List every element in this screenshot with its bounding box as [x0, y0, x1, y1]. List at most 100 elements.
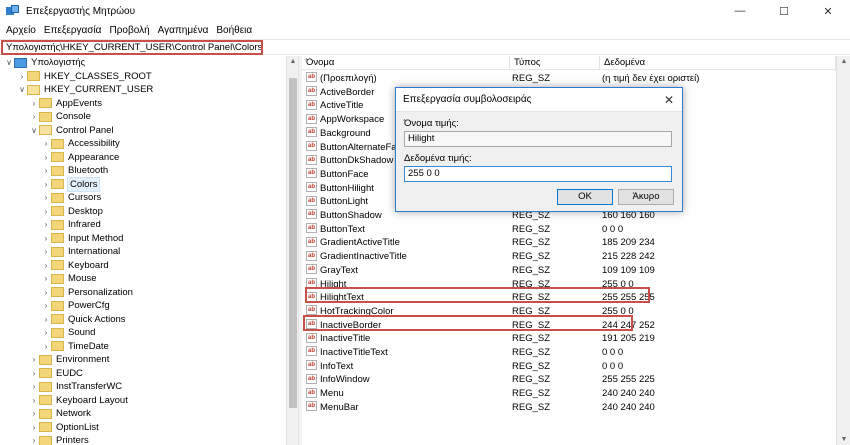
tree-item[interactable]: › Desktop: [41, 205, 103, 219]
menu-favorites[interactable]: Αγαπημένα: [154, 25, 213, 36]
tree-item[interactable]: › EUDC: [29, 367, 83, 381]
chevron-right-icon[interactable]: ›: [41, 164, 51, 178]
tree-item[interactable]: › Printers: [29, 434, 89, 445]
cancel-button[interactable]: Άκυρο: [618, 189, 674, 205]
chevron-right-icon[interactable]: ›: [41, 137, 51, 151]
address-input[interactable]: Υπολογιστής\HKEY_CURRENT_USER\Control Pa…: [1, 40, 263, 55]
values-scrollbar[interactable]: ▲ ▼: [836, 56, 850, 445]
close-button[interactable]: ✕: [806, 0, 850, 22]
value-type: REG_SZ: [512, 223, 551, 235]
registry-value-row[interactable]: ab MenuBar REG_SZ 240 240 240: [302, 401, 827, 415]
scroll-down-icon[interactable]: ▼: [837, 436, 850, 443]
tree-item[interactable]: › Sound: [41, 326, 96, 340]
tree-scrollbar[interactable]: ▲: [286, 56, 298, 445]
column-header-name[interactable]: Όνομα: [302, 56, 510, 70]
chevron-right-icon[interactable]: ›: [29, 407, 39, 421]
chevron-right-icon[interactable]: ›: [29, 110, 39, 124]
registry-value-row[interactable]: ab InactiveTitle REG_SZ 191 205 219: [302, 332, 827, 346]
chevron-right-icon[interactable]: ›: [41, 178, 51, 192]
chevron-right-icon[interactable]: ›: [41, 205, 51, 219]
tree-item[interactable]: › Accessibility: [41, 137, 120, 151]
tree-item[interactable]: › International: [41, 245, 121, 259]
chevron-right-icon[interactable]: ›: [29, 421, 39, 435]
chevron-right-icon[interactable]: ›: [29, 353, 39, 367]
value-name: GradientActiveTitle: [320, 237, 400, 249]
chevron-right-icon[interactable]: ›: [41, 191, 51, 205]
chevron-right-icon[interactable]: ›: [29, 394, 39, 408]
registry-value-row[interactable]: ab (Προεπιλογή) REG_SZ (η τιμή δεν έχει ορι…: [302, 72, 827, 86]
chevron-right-icon[interactable]: ›: [41, 259, 51, 273]
chevron-right-icon[interactable]: ›: [17, 70, 27, 84]
tree-item[interactable]: › Quick Actions: [41, 313, 126, 327]
tree-item[interactable]: › HKEY_CLASSES_ROOT: [17, 70, 152, 84]
chevron-right-icon[interactable]: ›: [29, 97, 39, 111]
tree-item[interactable]: › OptionList: [29, 421, 99, 435]
tree-item[interactable]: ∨ Υπολογιστής: [4, 56, 85, 70]
tree-item[interactable]: › Cursors: [41, 191, 102, 205]
chevron-right-icon[interactable]: ›: [41, 326, 51, 340]
dialog-close-icon[interactable]: ✕: [664, 93, 674, 107]
tree-item[interactable]: › Keyboard Layout: [29, 394, 128, 408]
chevron-down-icon[interactable]: ∨: [17, 83, 27, 97]
tree-item-label: EUDC: [56, 367, 83, 379]
chevron-right-icon[interactable]: ›: [41, 218, 51, 232]
menu-file[interactable]: Αρχείο: [2, 25, 40, 36]
tree-item[interactable]: › Mouse: [41, 272, 97, 286]
menu-edit[interactable]: Επεξεργασία: [40, 25, 106, 36]
chevron-down-icon[interactable]: ∨: [29, 124, 39, 138]
tree-item[interactable]: › Appearance: [41, 151, 120, 165]
tree-scroll-thumb[interactable]: [289, 78, 297, 408]
registry-value-row[interactable]: ab GrayText REG_SZ 109 109 109: [302, 264, 827, 278]
registry-value-row[interactable]: ab InfoText REG_SZ 0 0 0: [302, 360, 827, 374]
value-name: ButtonHilight: [320, 182, 374, 194]
chevron-right-icon[interactable]: ›: [41, 245, 51, 259]
registry-value-row[interactable]: ab InfoWindow REG_SZ 255 255 225: [302, 373, 827, 387]
tree-item[interactable]: ∨ Control Panel: [29, 124, 114, 138]
chevron-right-icon[interactable]: ›: [41, 232, 51, 246]
tree-item[interactable]: › Network: [29, 407, 91, 421]
tree-item[interactable]: › InstTransferWC: [29, 380, 123, 394]
value-data-field[interactable]: 255 0 0: [404, 166, 672, 182]
tree-item[interactable]: › Input Method: [41, 232, 124, 246]
tree-item[interactable]: › Personalization: [41, 286, 133, 300]
registry-value-row[interactable]: ab InactiveTitleText REG_SZ 0 0 0: [302, 346, 827, 360]
chevron-right-icon[interactable]: ›: [29, 367, 39, 381]
column-header-data[interactable]: Δεδομένα: [600, 56, 836, 70]
tree-item[interactable]: › PowerCfg: [41, 299, 110, 313]
folder-icon: [51, 314, 64, 325]
tree-item[interactable]: › Colors: [41, 176, 101, 192]
chevron-right-icon[interactable]: ›: [29, 434, 39, 445]
registry-value-row[interactable]: ab GradientActiveTitle REG_SZ 185 209 234: [302, 236, 827, 250]
tree-item-label: Console: [56, 111, 91, 122]
tree-item-label: Keyboard Layout: [56, 394, 128, 406]
tree-item[interactable]: › Console: [29, 110, 91, 124]
column-header-type[interactable]: Τύπος: [510, 56, 600, 70]
ok-button[interactable]: OK: [557, 189, 613, 205]
tree-item[interactable]: › Bluetooth: [41, 164, 109, 178]
registry-value-row[interactable]: ab ButtonText REG_SZ 0 0 0: [302, 223, 827, 237]
minimize-button[interactable]: —: [718, 0, 762, 22]
chevron-right-icon[interactable]: ›: [41, 340, 51, 354]
chevron-right-icon[interactable]: ›: [41, 151, 51, 165]
tree-item[interactable]: › Environment: [29, 353, 110, 367]
maximize-button[interactable]: ☐: [762, 0, 806, 22]
string-value-icon: ab: [306, 401, 317, 412]
chevron-right-icon[interactable]: ›: [41, 286, 51, 300]
chevron-right-icon[interactable]: ›: [41, 272, 51, 286]
tree-item[interactable]: › AppEvents: [29, 97, 102, 111]
menu-view[interactable]: Προβολή: [105, 25, 153, 36]
tree-item[interactable]: › Infrared: [41, 218, 101, 232]
chevron-right-icon[interactable]: ›: [41, 313, 51, 327]
registry-value-row[interactable]: ab GradientInactiveTitle REG_SZ 215 228 242: [302, 250, 827, 264]
tree-item[interactable]: › Keyboard: [41, 259, 109, 273]
tree-item[interactable]: ∨ HKEY_CURRENT_USER: [17, 83, 153, 97]
chevron-right-icon[interactable]: ›: [41, 299, 51, 313]
menu-help[interactable]: Βοήθεια: [212, 25, 256, 36]
folder-icon: [51, 246, 64, 257]
chevron-right-icon[interactable]: ›: [29, 380, 39, 394]
tree-item[interactable]: › TimeDate: [41, 340, 109, 354]
registry-value-row[interactable]: ab Menu REG_SZ 240 240 240: [302, 387, 827, 401]
dialog-title: Επεξεργασία συμβολοσειράς: [396, 88, 682, 112]
chevron-down-icon[interactable]: ∨: [4, 56, 14, 70]
scroll-up-icon[interactable]: ▲: [837, 58, 850, 65]
